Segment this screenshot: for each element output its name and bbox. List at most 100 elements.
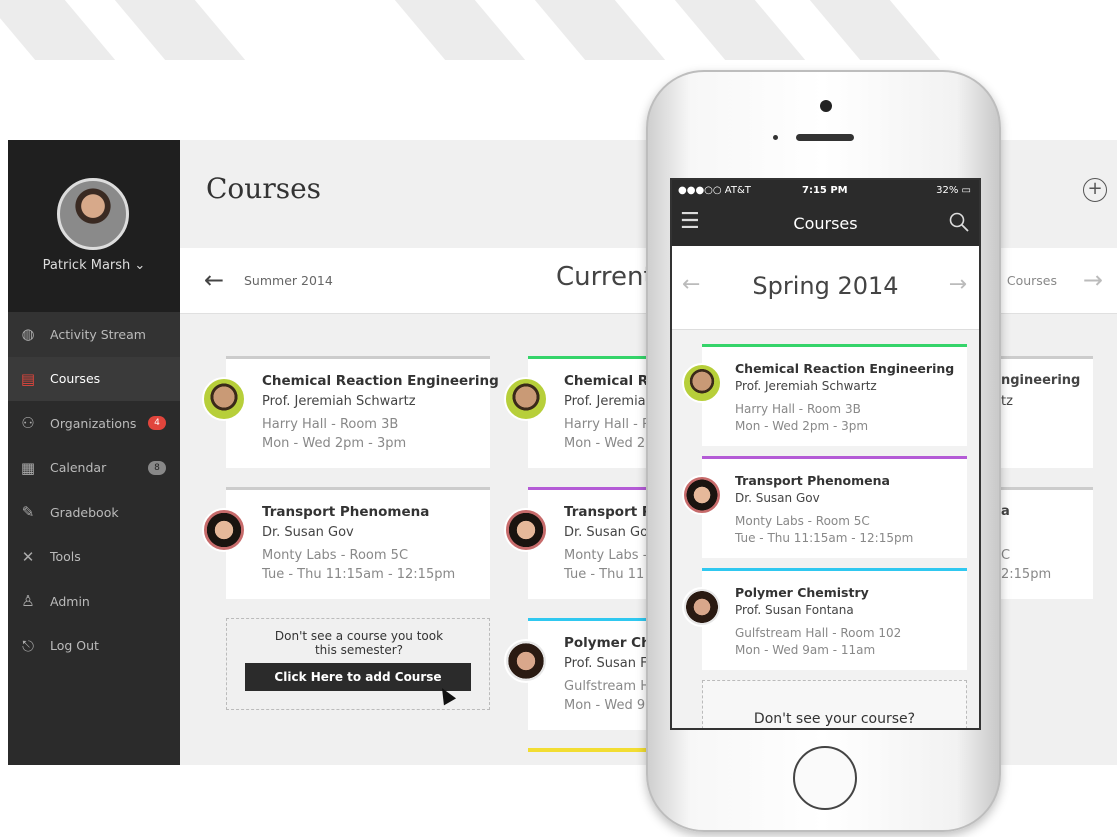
avatar xyxy=(504,639,548,683)
sidebar-item-gradebook[interactable]: ✎ Gradebook xyxy=(8,490,180,535)
profile-name[interactable]: Patrick Marsh ⌄ xyxy=(8,258,180,273)
course-card[interactable]: Chemical Reaction Engineering Prof. Jere… xyxy=(202,356,499,468)
arrow-right-icon[interactable]: → xyxy=(1083,266,1103,294)
course-room: Gulfstream H xyxy=(564,679,650,694)
sidebar-item-organizations[interactable]: ⚇ Organizations 4 xyxy=(8,401,180,446)
course-professor: Dr. Susan Go xyxy=(564,525,649,540)
avatar xyxy=(504,377,548,421)
status-time: 7:15 PM xyxy=(802,185,848,196)
avatar[interactable] xyxy=(57,178,129,250)
sidebar-item-label: Log Out xyxy=(50,638,99,654)
notification-badge: 8 xyxy=(148,460,166,475)
course-room: Harry Hall - Room 3B xyxy=(735,402,861,416)
course-time: Mon - Wed 2pm - 3pm xyxy=(262,436,407,451)
admin-icon: ♙ xyxy=(21,592,35,611)
sidebar-item-label: Activity Stream xyxy=(50,326,146,342)
home-button[interactable] xyxy=(793,746,857,810)
next-term-link[interactable]: Courses xyxy=(1007,273,1057,288)
course-professor: Dr. Susan Gov xyxy=(262,525,354,540)
sidebar-item-admin[interactable]: ♙ Admin xyxy=(8,579,180,624)
add-course-prompt-line: this semester? xyxy=(314,643,404,657)
sidebar-item-label: Gradebook xyxy=(50,504,119,520)
sidebar-item-tools[interactable]: ✕ Tools xyxy=(8,535,180,580)
course-professor: Prof. Susan F xyxy=(564,656,648,671)
course-professor: Prof. Jeremiah Schwartz xyxy=(262,394,416,409)
course-card[interactable]: Polymer Chemistry Prof. Susan Fontana Gu… xyxy=(682,568,967,670)
course-professor: Prof. Jeremiah Schwartz xyxy=(735,379,877,393)
status-bar: ●●●○○ AT&T 7:15 PM 32% ▭ xyxy=(672,180,979,202)
course-card[interactable]: Transport Phenomena Dr. Susan Gov Monty … xyxy=(682,456,967,558)
term-label: Spring 2014 xyxy=(752,272,899,300)
avatar xyxy=(202,508,246,552)
speaker-grill xyxy=(796,134,854,141)
sidebar-item-label: Admin xyxy=(50,593,90,609)
add-course-box: Don't see a course you took this semeste… xyxy=(226,618,490,710)
organizations-icon: ⚇ xyxy=(21,414,35,433)
course-card[interactable]: Transport Phenomena Dr. Susan Gov Monty … xyxy=(202,487,490,599)
logout-icon: ⎋ xyxy=(22,636,34,655)
page-title: Courses xyxy=(206,172,322,205)
sidebar-item-activity-stream[interactable]: ◍ Activity Stream xyxy=(8,312,180,357)
course-time: Mon - Wed 2pm - 3pm xyxy=(735,419,869,433)
notification-badge: 4 xyxy=(148,416,166,430)
course-title: ngineering xyxy=(1001,373,1081,388)
sidebar-item-logout[interactable]: ⎋ Log Out xyxy=(8,624,180,669)
avatar xyxy=(202,377,246,421)
phone-screen: ●●●○○ AT&T 7:15 PM 32% ▭ ☰ Courses ← Spr… xyxy=(670,178,981,730)
carrier-label: ●●●○○ AT&T xyxy=(678,185,751,196)
add-course-prompt-line: Don't see a course you took xyxy=(274,629,444,643)
course-title: Chemical Reaction Engineering xyxy=(262,373,499,389)
course-room: C xyxy=(1001,548,1011,563)
previous-term-link[interactable]: Summer 2014 xyxy=(244,273,333,288)
course-time: 2:15pm xyxy=(1001,567,1052,582)
phone-frame: ●●●○○ AT&T 7:15 PM 32% ▭ ☰ Courses ← Spr… xyxy=(646,70,1001,832)
battery-icon: ▭ xyxy=(961,185,971,196)
course-room: Gulfstream Hall - Room 102 xyxy=(735,626,902,640)
add-course-box[interactable]: Don't see your course? xyxy=(702,680,967,728)
sidebar-item-courses[interactable]: ▤ Courses xyxy=(8,356,180,401)
course-time: Mon - Wed 9 xyxy=(564,698,646,713)
course-title: Polymer Chemistry xyxy=(735,585,869,600)
arrow-left-icon[interactable]: ← xyxy=(204,266,224,294)
arrow-right-icon[interactable]: → xyxy=(949,272,967,297)
course-professor: tz xyxy=(1001,394,1013,409)
course-title: Chemical Re xyxy=(564,373,658,389)
course-time: Mon - Wed 2 xyxy=(564,436,646,451)
course-title: Transport Phenomena xyxy=(262,504,430,520)
sidebar: Patrick Marsh ⌄ ◍ Activity Stream ▤ Cour… xyxy=(8,140,180,765)
sidebar-item-label: Courses xyxy=(50,371,101,387)
sidebar-item-label: Organizations xyxy=(50,415,137,431)
add-course-button[interactable]: Click Here to add Course xyxy=(245,663,471,691)
course-time: Tue - Thu 11:15am - 12:15pm xyxy=(262,567,456,582)
tools-icon: ✕ xyxy=(21,547,35,566)
course-card[interactable]: Chemical Reaction Engineering Prof. Jere… xyxy=(682,344,967,446)
app-title: Courses xyxy=(793,214,858,233)
add-course-prompt: Don't see a course you took this semeste… xyxy=(227,629,491,657)
search-icon[interactable] xyxy=(949,212,969,232)
app-bar: ☰ Courses xyxy=(672,202,979,246)
gradebook-icon: ✎ xyxy=(21,503,35,522)
current-term-label: Current xyxy=(556,262,654,292)
sensor-icon xyxy=(773,135,778,140)
course-room: Monty Labs - Room 5C xyxy=(735,514,870,528)
course-time: Tue - Thu 11 xyxy=(564,567,645,582)
term-selector: ← Spring 2014 → xyxy=(672,246,979,330)
course-time: Mon - Wed 9am - 11am xyxy=(735,643,876,657)
course-professor: Prof. Susan Fontana xyxy=(735,603,854,617)
course-room: Monty Labs - Room 5C xyxy=(262,548,409,563)
course-room: Monty Labs - xyxy=(564,548,648,563)
calendar-icon: ▦ xyxy=(20,458,36,477)
course-time: Tue - Thu 11:15am - 12:15pm xyxy=(735,531,914,545)
sidebar-item-label: Calendar xyxy=(50,460,107,476)
avatar xyxy=(682,587,722,627)
sidebar-item-calendar[interactable]: ▦ Calendar 8 xyxy=(8,446,180,491)
add-icon[interactable]: + xyxy=(1083,178,1107,202)
course-title: a xyxy=(1001,504,1010,519)
camera-icon xyxy=(820,100,832,112)
chevron-down-icon: ⌄ xyxy=(134,258,146,273)
course-room: Harry Hall - R xyxy=(564,417,651,432)
avatar xyxy=(682,363,722,403)
profile[interactable]: Patrick Marsh ⌄ xyxy=(8,140,180,312)
courses-icon: ▤ xyxy=(20,369,36,388)
header-stripes xyxy=(0,0,1117,60)
